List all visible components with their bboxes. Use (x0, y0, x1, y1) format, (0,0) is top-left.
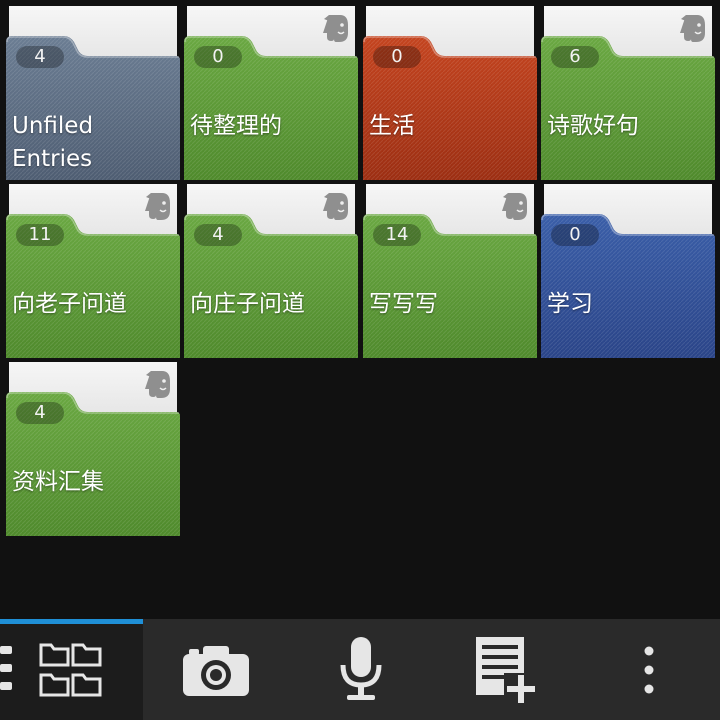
notebook-folder[interactable]: 4 向庄子问道 (184, 184, 358, 358)
note-count-badge: 14 (373, 224, 421, 246)
notebook-name: Unfiled Entries (12, 113, 94, 172)
bottom-action-bar (0, 619, 720, 720)
notebook-name: 学习 (547, 291, 593, 317)
overflow-menu-button[interactable] (578, 619, 720, 720)
notebook-name: 写写写 (369, 291, 438, 317)
notebook-folder[interactable]: 6 诗歌好句 (541, 6, 715, 180)
notebook-name: 向老子问道 (12, 291, 127, 317)
note-count-badge: 4 (16, 46, 64, 68)
notebook-name: 资料汇集 (12, 469, 104, 495)
notebook-folder[interactable]: 11 向老子问道 (6, 184, 180, 358)
notebook-grid: 4 Unfiled Entries 0 待整理的 0 生活 6 诗歌好句 11 向老子问道 4 向庄子… (0, 0, 720, 540)
note-count-badge: 11 (16, 224, 64, 246)
new-note-button[interactable] (433, 619, 578, 720)
voice-note-button[interactable] (288, 619, 433, 720)
overflow-menu-icon (644, 646, 654, 693)
microphone-icon (340, 636, 381, 700)
notebook-folder[interactable]: 0 学习 (541, 184, 715, 358)
camera-icon (182, 645, 249, 696)
notebook-name: 待整理的 (190, 113, 282, 139)
notebook-folder[interactable]: 4 Unfiled Entries (6, 6, 180, 180)
view-toggle-button[interactable] (0, 619, 143, 720)
notebook-folder[interactable]: 4 资料汇集 (6, 362, 180, 536)
notebook-folder[interactable]: 0 待整理的 (184, 6, 358, 180)
note-count-badge: 4 (16, 402, 64, 424)
notebook-folder[interactable]: 14 写写写 (363, 184, 537, 358)
notebook-folder[interactable]: 0 生活 (363, 6, 537, 180)
camera-button[interactable] (143, 619, 288, 720)
new-note-icon (475, 636, 538, 703)
note-count-badge: 0 (194, 46, 242, 68)
notebook-name: 向庄子问道 (190, 291, 305, 317)
notebook-name: 诗歌好句 (547, 113, 639, 139)
notebook-name: 生活 (369, 113, 415, 139)
note-count-badge: 6 (551, 46, 599, 68)
note-count-badge: 0 (551, 224, 599, 246)
menu-grid-icon (0, 643, 102, 697)
note-count-badge: 4 (194, 224, 242, 246)
note-count-badge: 0 (373, 46, 421, 68)
